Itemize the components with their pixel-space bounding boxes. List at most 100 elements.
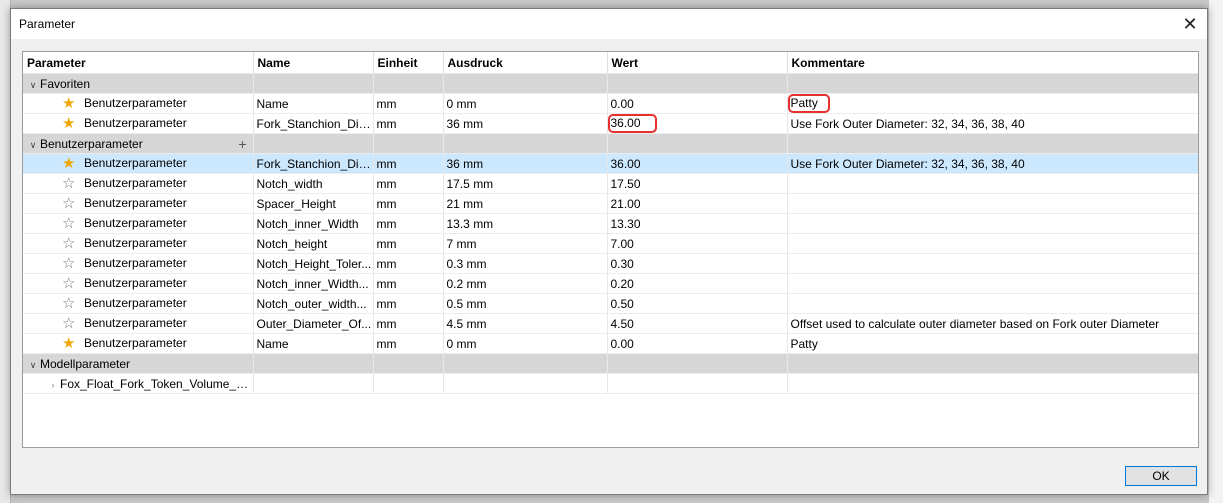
- row-expression[interactable]: 4.5 mm: [443, 313, 608, 334]
- group-row-model-parameters[interactable]: ∨ Modellparameter: [23, 353, 1198, 374]
- row-comment[interactable]: [787, 293, 1198, 314]
- star-outline-icon[interactable]: ☆: [62, 316, 78, 331]
- row-type: Benutzerparameter: [84, 316, 187, 330]
- row-comment[interactable]: [787, 193, 1198, 214]
- table-row[interactable]: ☆ Benutzerparameter Notch_Height_Toler...…: [23, 253, 1198, 274]
- close-icon[interactable]: ✕: [1173, 9, 1207, 39]
- row-value: 21.00: [607, 193, 788, 214]
- row-unit: mm: [373, 113, 444, 134]
- row-value: 0.00: [607, 93, 788, 114]
- table-row[interactable]: ☆ Benutzerparameter Notch_outer_width... …: [23, 293, 1198, 314]
- add-parameter-icon[interactable]: +: [238, 137, 246, 151]
- row-type: Benutzerparameter: [84, 276, 187, 290]
- row-unit: mm: [373, 253, 444, 274]
- row-expression[interactable]: 0.2 mm: [443, 273, 608, 294]
- star-outline-icon[interactable]: ☆: [62, 236, 78, 251]
- chevron-down-icon[interactable]: ∨: [26, 80, 40, 91]
- row-expression[interactable]: 0 mm: [443, 333, 608, 354]
- parameter-dialog: Parameter ✕ Parameter Name Einheit Ausdr…: [10, 8, 1208, 495]
- row-name: Name: [253, 333, 374, 354]
- group-label: Benutzerparameter: [40, 136, 143, 151]
- table-row[interactable]: ☆ Benutzerparameter Notch_height mm 7 mm …: [23, 233, 1198, 254]
- row-value: 17.50: [607, 173, 788, 194]
- chevron-down-icon[interactable]: ∨: [26, 140, 40, 151]
- table-row[interactable]: ☆ Benutzerparameter Notch_inner_Width mm …: [23, 213, 1198, 234]
- ok-button[interactable]: OK: [1125, 466, 1197, 486]
- row-value-cell: 36.00: [607, 113, 788, 134]
- row-expression[interactable]: 0 mm: [443, 93, 608, 114]
- row-value: 36.00: [607, 153, 788, 174]
- row-name: Notch_inner_Width: [253, 213, 374, 234]
- row-comment[interactable]: [787, 213, 1198, 234]
- group-label: Favoriten: [40, 76, 91, 91]
- row-comment[interactable]: [787, 233, 1198, 254]
- star-filled-icon[interactable]: ★: [62, 336, 78, 351]
- table-row[interactable]: ☆ Benutzerparameter Notch_inner_Width... …: [23, 273, 1198, 294]
- row-name: Notch_width: [253, 173, 374, 194]
- table-row[interactable]: ★ Benutzerparameter Fork_Stanchion_Dia...…: [23, 113, 1198, 134]
- table-row[interactable]: ☆ Benutzerparameter Outer_Diameter_Of... …: [23, 313, 1198, 334]
- col-header-einheit[interactable]: Einheit: [373, 52, 444, 74]
- row-comment[interactable]: [787, 173, 1198, 194]
- star-outline-icon[interactable]: ☆: [62, 196, 78, 211]
- table-row[interactable]: ★ Benutzerparameter Name mm 0 mm 0.00 Pat…: [23, 333, 1198, 354]
- row-value: 13.30: [607, 213, 788, 234]
- star-outline-icon[interactable]: ☆: [62, 216, 78, 231]
- row-name: Fork_Stanchion_Dia...: [253, 113, 374, 134]
- row-expression[interactable]: 17.5 mm: [443, 173, 608, 194]
- row-comment-highlighted: Patty: [787, 94, 830, 113]
- row-expression[interactable]: 7 mm: [443, 233, 608, 254]
- star-outline-icon[interactable]: ☆: [62, 176, 78, 191]
- parameter-table: Parameter Name Einheit Ausdruck Wert Kom…: [22, 51, 1199, 448]
- row-value: 0.20: [607, 273, 788, 294]
- group-row-favorites[interactable]: ∨ Favoriten: [23, 73, 1198, 94]
- col-header-wert[interactable]: Wert: [607, 52, 788, 74]
- background-app-edge-right: [1209, 0, 1223, 503]
- group-label: Modellparameter: [40, 356, 131, 371]
- row-expression[interactable]: 36 mm: [443, 113, 608, 134]
- table-row[interactable]: ☆ Benutzerparameter Spacer_Height mm 21 m…: [23, 193, 1198, 214]
- row-comment[interactable]: [787, 253, 1198, 274]
- row-name: Notch_Height_Toler...: [253, 253, 374, 274]
- row-expression[interactable]: 13.3 mm: [443, 213, 608, 234]
- col-header-ausdruck[interactable]: Ausdruck: [443, 52, 608, 74]
- row-comment[interactable]: Use Fork Outer Diameter: 32, 34, 36, 38,…: [787, 153, 1198, 174]
- row-value: 4.50: [607, 313, 788, 334]
- row-expression[interactable]: 21 mm: [443, 193, 608, 214]
- table-row-selected[interactable]: ★ Benutzerparameter Fork_Stanchion_Dia...…: [23, 153, 1198, 174]
- row-type: Benutzerparameter: [84, 296, 187, 310]
- row-type: Benutzerparameter: [84, 196, 187, 210]
- star-filled-icon[interactable]: ★: [62, 156, 78, 171]
- row-unit: mm: [373, 233, 444, 254]
- star-outline-icon[interactable]: ☆: [62, 256, 78, 271]
- table-row[interactable]: ★ Benutzerparameter Name mm 0 mm 0.00 Pat…: [23, 93, 1198, 114]
- col-header-name[interactable]: Name: [253, 52, 374, 74]
- col-header-parameter[interactable]: Parameter: [23, 52, 254, 74]
- table-row-model[interactable]: › Fox_Float_Fork_Token_Volume_Sp...: [23, 373, 1198, 394]
- model-name: Fox_Float_Fork_Token_Volume_Sp...: [60, 376, 253, 391]
- star-filled-icon[interactable]: ★: [62, 96, 78, 111]
- row-type: Benutzerparameter: [84, 156, 187, 170]
- table-row[interactable]: ☆ Benutzerparameter Notch_width mm 17.5 m…: [23, 173, 1198, 194]
- row-comment[interactable]: Offset used to calculate outer diameter …: [787, 313, 1198, 334]
- row-type: Benutzerparameter: [84, 336, 187, 350]
- chevron-down-icon[interactable]: ∨: [26, 360, 40, 371]
- col-header-kommentare[interactable]: Kommentare: [787, 52, 1198, 74]
- row-type: Benutzerparameter: [84, 236, 187, 250]
- row-comment[interactable]: Use Fork Outer Diameter: 32, 34, 36, 38,…: [787, 113, 1198, 134]
- row-unit: mm: [373, 213, 444, 234]
- row-unit: mm: [373, 293, 444, 314]
- star-outline-icon[interactable]: ☆: [62, 296, 78, 311]
- row-type: Benutzerparameter: [84, 216, 187, 230]
- row-expression[interactable]: 36 mm: [443, 153, 608, 174]
- row-expression[interactable]: 0.3 mm: [443, 253, 608, 274]
- chevron-right-icon[interactable]: ›: [46, 380, 60, 390]
- row-expression[interactable]: 0.5 mm: [443, 293, 608, 314]
- star-filled-icon[interactable]: ★: [62, 116, 78, 131]
- group-row-user-parameters[interactable]: ∨ Benutzerparameter +: [23, 133, 1198, 154]
- row-comment-cell[interactable]: Patty: [787, 93, 1198, 114]
- row-unit: mm: [373, 193, 444, 214]
- row-comment[interactable]: Patty: [787, 333, 1198, 354]
- star-outline-icon[interactable]: ☆: [62, 276, 78, 291]
- row-comment[interactable]: [787, 273, 1198, 294]
